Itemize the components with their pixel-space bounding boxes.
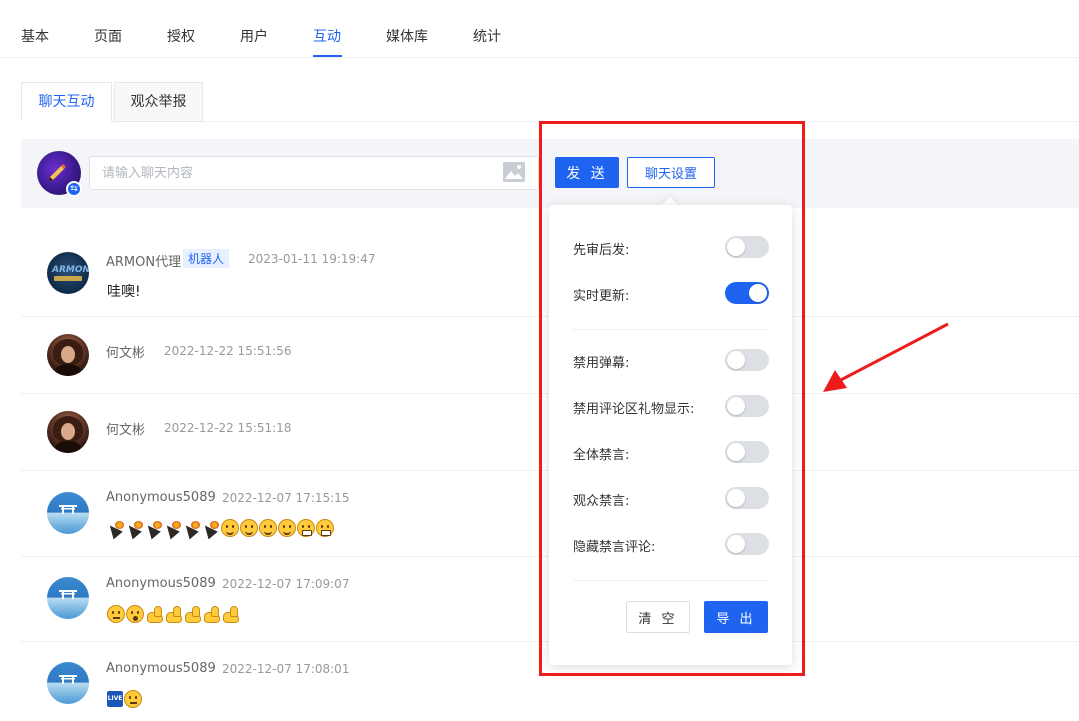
grin-icon [297,519,315,537]
image-upload-icon[interactable] [502,161,526,183]
neutral-face-icon [107,605,125,623]
smile-icon [278,519,296,537]
message-author: 何文彬 [106,423,146,438]
tab-interaction[interactable]: 互动 [313,26,341,46]
live-badge-icon: LIVE [107,691,123,707]
smile-icon [221,519,239,537]
message-time: 2023-01-11 19:19:47 [248,252,376,266]
message-author: 何文彬 [106,346,146,361]
active-tab-indicator [313,55,342,57]
avatar [47,411,89,453]
flexed-biceps-icon [145,605,163,623]
flexed-biceps-icon [164,605,182,623]
tab-authorization[interactable]: 授权 [167,26,195,46]
chat-input[interactable] [89,156,539,190]
message-emojis: LIVE [107,690,142,708]
message-time: 2022-12-07 17:09:07 [222,577,350,591]
avatar [47,662,89,704]
avatar [47,577,89,619]
avatar [47,334,89,376]
neutral-face-icon [124,690,142,708]
message-time: 2022-12-07 17:08:01 [222,662,350,676]
grin-icon [316,519,334,537]
flexed-biceps-icon [183,605,201,623]
party-popper-icon [183,519,201,537]
flexed-biceps-icon [202,605,220,623]
message-emojis [107,605,239,623]
message-emojis [107,519,334,537]
smile-icon [259,519,277,537]
tab-media-library[interactable]: 媒体库 [386,26,428,46]
party-popper-icon [202,519,220,537]
sub-tab-bar: 聊天互动 观众举报 [21,82,1079,122]
pen-icon [49,164,66,181]
top-tab-bar: 基本 页面 授权 用户 互动 媒体库 统计 [0,0,1079,58]
party-popper-icon [145,519,163,537]
party-popper-icon [126,519,144,537]
tab-users[interactable]: 用户 [240,26,268,46]
message-text: 哇噢! [107,284,141,300]
tab-basic[interactable]: 基本 [21,26,49,46]
avatar [47,492,89,534]
annotation-highlight-box [539,121,805,676]
tab-page[interactable]: 页面 [94,26,122,46]
message-time: 2022-12-07 17:15:15 [222,491,350,505]
message-author: Anonymous5089 [106,490,216,505]
annotation-arrow-icon [823,322,949,392]
message-time: 2022-12-22 15:51:56 [164,344,292,358]
subtab-chat[interactable]: 聊天互动 [21,82,112,122]
message-time: 2022-12-22 15:51:18 [164,421,292,435]
surprised-face-icon [126,605,144,623]
party-popper-icon [164,519,182,537]
message-author: Anonymous5089 [106,576,216,591]
robot-tag: 机器人 [183,249,230,268]
party-popper-icon [107,519,125,537]
flexed-biceps-icon [221,605,239,623]
message-author: Anonymous5089 [106,661,216,676]
avatar: ARMON [47,252,89,294]
subtab-reports[interactable]: 观众举报 [114,82,203,122]
smile-icon [240,519,258,537]
message-author: ARMON代理 [106,255,182,270]
switch-identity-icon[interactable]: ⇆ [66,181,82,197]
tab-statistics[interactable]: 统计 [473,26,501,46]
